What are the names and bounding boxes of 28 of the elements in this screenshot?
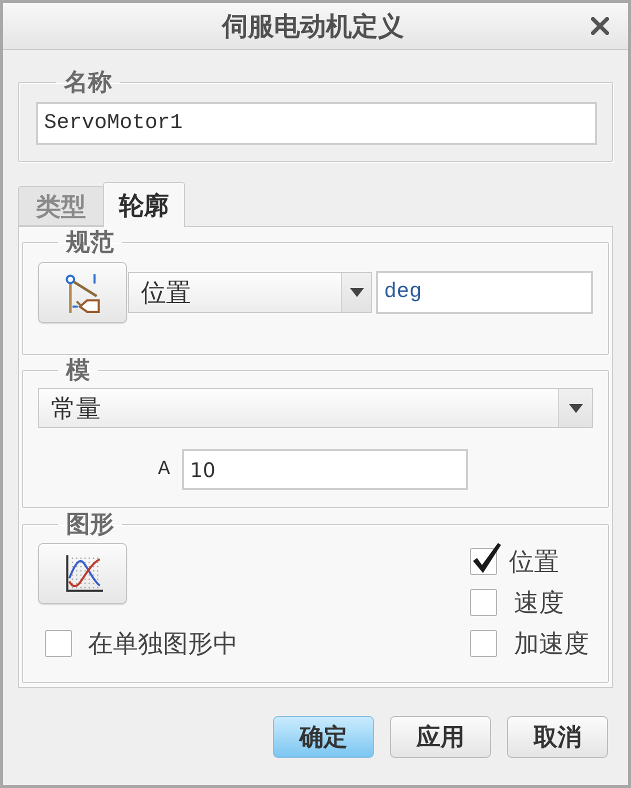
close-icon[interactable] (591, 17, 609, 35)
group-label: 名称 (62, 69, 113, 95)
parameter-label: A (158, 458, 172, 481)
group-label: 图形 (65, 511, 115, 537)
window-title: 伺服电动机定义 (222, 10, 404, 44)
sketch-button[interactable] (38, 262, 127, 323)
checkbox-label[interactable]: 加速度 (514, 630, 589, 657)
checkbox-label[interactable]: 在单独图形中 (88, 630, 238, 657)
group-label: 模 (64, 357, 91, 383)
name-field[interactable]: ServoMotor1 (36, 102, 597, 145)
checkbox-label[interactable]: 位置 (509, 548, 559, 575)
group-label: 规范 (64, 229, 115, 255)
function-dropdown[interactable]: 常量 (38, 388, 593, 428)
checkbox[interactable] (470, 589, 497, 616)
checkbox[interactable] (470, 542, 502, 575)
dialog-button[interactable]: 取消 (507, 716, 608, 758)
dialog-button[interactable]: 确定 (273, 716, 374, 758)
parameter-field[interactable]: 10 (182, 449, 468, 490)
caret-icon (350, 288, 364, 297)
checkbox[interactable] (45, 630, 72, 657)
caret-icon (568, 404, 582, 412)
checkbox-label[interactable]: 速度 (514, 589, 564, 616)
graph-button[interactable] (38, 543, 127, 604)
dialog-button[interactable]: 应用 (390, 716, 491, 758)
tab[interactable]: 轮廓 (103, 182, 185, 227)
checkbox[interactable] (470, 630, 497, 657)
quantity-dropdown[interactable]: 位置 (128, 272, 372, 313)
unit-field[interactable]: deg (376, 271, 593, 314)
